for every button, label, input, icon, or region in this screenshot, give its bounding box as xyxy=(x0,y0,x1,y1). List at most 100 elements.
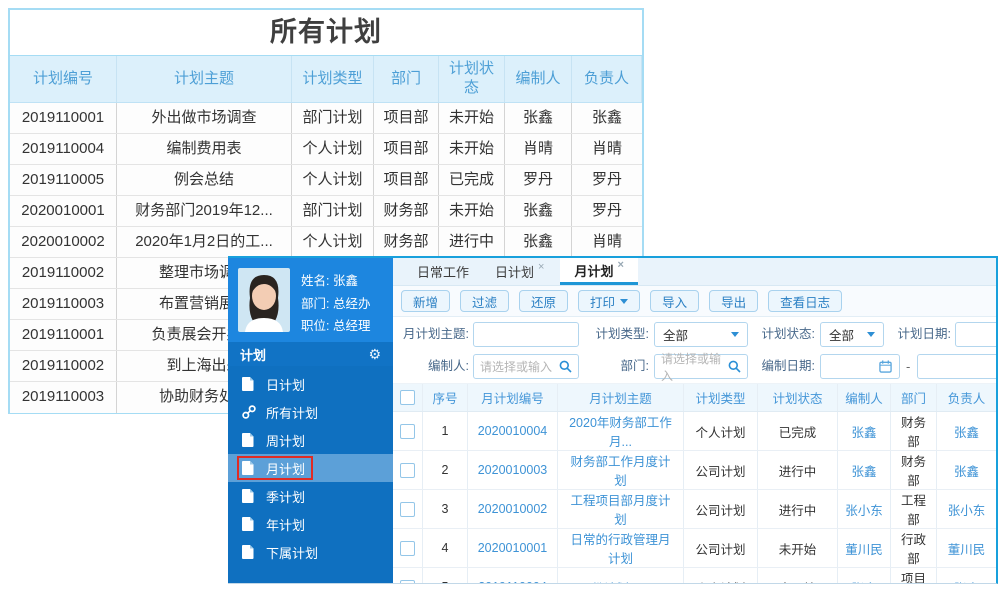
column-header: 计划编号 xyxy=(10,56,117,102)
sidebar-item-month-plan[interactable]: 月计划 xyxy=(228,454,393,482)
sidebar-item-label: 年计划 xyxy=(266,517,306,533)
plan-type-cell: 公司计划 xyxy=(684,529,758,567)
editor-link[interactable]: 董川民 xyxy=(838,529,891,567)
table-row: 4 2020010001 日常的行政管理月计划 公司计划 未开始 董川民 行政部 董川民 xyxy=(393,529,996,568)
content-area: 日常工作 日计划 × 月计划 × 新增 过滤 还原 打印 导入 导出 查看日志 月计划主题: 计划类… xyxy=(393,258,996,583)
plan-subject-link[interactable]: 日常的行政管理月计划 xyxy=(558,529,684,567)
table-row: 3 2020010002 工程项目部月度计划 公司计划 进行中 张小东 工程部 张小东 xyxy=(393,490,996,529)
editor-link[interactable]: 张鑫 xyxy=(838,451,891,489)
dropdown-caret-icon xyxy=(620,298,629,304)
row-checkbox[interactable] xyxy=(400,462,415,478)
plan-id-link[interactable]: 2020010002 xyxy=(468,490,558,528)
calendar-icon xyxy=(879,360,892,373)
cell: 罗丹 xyxy=(505,165,572,195)
owner-link[interactable]: 张鑫 xyxy=(937,568,996,584)
row-checkbox[interactable] xyxy=(400,501,415,517)
status-filter-value: 全部 xyxy=(829,329,855,343)
dept-filter-input[interactable]: 请选择或输入 xyxy=(654,352,748,383)
sidebar-item-week-plan[interactable]: 周计划 xyxy=(228,426,393,454)
file-icon xyxy=(242,517,258,531)
import-button[interactable]: 导入 xyxy=(650,290,700,312)
cell: 未开始 xyxy=(439,196,505,226)
table-row: 2019110004 编制费用表 个人计划 项目部 未开始 肖晴 肖晴 xyxy=(10,134,642,165)
sidebar-item-day-plan[interactable]: 日计划 xyxy=(228,370,393,398)
editor-link[interactable]: 张鑫 xyxy=(838,412,891,450)
chevron-down-icon xyxy=(867,332,875,337)
subject-filter-input[interactable] xyxy=(473,322,579,347)
plan-id-link[interactable]: 2020010003 xyxy=(468,451,558,489)
plan-id-link[interactable]: 2020010004 xyxy=(468,412,558,450)
sidebar-item-year-plan[interactable]: 年计划 xyxy=(228,510,393,538)
plan-type-cell: 公司计划 xyxy=(684,490,758,528)
cell: 进行中 xyxy=(439,227,505,257)
create-date-filter-label: 编制日期: xyxy=(761,359,815,373)
create-date-from-input[interactable] xyxy=(820,354,900,379)
cell: 已完成 xyxy=(439,165,505,195)
plan-subject-link[interactable]: 12月份计划 xyxy=(558,568,684,583)
plan-date-filter-input[interactable] xyxy=(955,322,996,347)
select-all-checkbox[interactable] xyxy=(400,390,415,405)
sidebar-item-all-plans[interactable]: 所有计划 xyxy=(228,398,393,426)
row-checkbox[interactable] xyxy=(400,579,415,583)
cell: 肖晴 xyxy=(505,134,572,164)
cell: 未开始 xyxy=(439,134,505,164)
cell: 例会总结 xyxy=(117,165,292,195)
sidebar-item-subordinate-plan[interactable]: 下属计划 xyxy=(228,538,393,566)
file-icon xyxy=(242,433,258,447)
editor-link[interactable]: 张小东 xyxy=(838,490,891,528)
sidebar-item-quarter-plan[interactable]: 季计划 xyxy=(228,482,393,510)
tab-close-icon[interactable]: × xyxy=(617,259,623,271)
export-button[interactable]: 导出 xyxy=(709,290,759,312)
tab-month-plan[interactable]: 月计划 × xyxy=(560,258,638,285)
type-filter-label: 计划类型: xyxy=(595,327,649,341)
file-icon xyxy=(242,489,258,503)
cell: 2020010001 xyxy=(10,196,117,226)
create-date-to-input[interactable] xyxy=(917,354,996,379)
dept-cell: 行政部 xyxy=(891,529,937,567)
status-filter-select[interactable]: 全部 xyxy=(820,322,884,347)
owner-link[interactable]: 董川民 xyxy=(937,529,996,567)
button-label: 新增 xyxy=(413,295,439,310)
plan-subject-link[interactable]: 2020年财务部工作月... xyxy=(558,412,684,450)
print-button[interactable]: 打印 xyxy=(578,290,641,312)
tab-label: 日常工作 xyxy=(417,265,470,280)
checkbox-cell xyxy=(393,490,423,528)
plan-id-link[interactable]: 2019110004 xyxy=(468,568,558,583)
dept-filter-placeholder: 请选择或输入 xyxy=(661,351,722,383)
filter-panel: 月计划主题: 计划类型: 全部 计划状态: 全部 计划日期: 编制人: 请选择或… xyxy=(393,317,996,384)
page-title: 所有计划 xyxy=(10,10,642,56)
plan-subject-link[interactable]: 工程项目部月度计划 xyxy=(558,490,684,528)
plan-id-link[interactable]: 2020010001 xyxy=(468,529,558,567)
tab-day-plan[interactable]: 日计划 × xyxy=(485,258,554,285)
row-checkbox[interactable] xyxy=(400,423,415,439)
seq-cell: 3 xyxy=(423,490,468,528)
cell: 个人计划 xyxy=(292,227,374,257)
owner-link[interactable]: 张鑫 xyxy=(937,412,996,450)
file-icon xyxy=(242,377,258,391)
tab-daily-work[interactable]: 日常工作 xyxy=(407,258,479,285)
owner-link[interactable]: 张小东 xyxy=(937,490,996,528)
cell: 2020年1月2日的工... xyxy=(117,227,292,257)
editor-filter-input[interactable]: 请选择或输入 xyxy=(473,354,579,379)
cell: 财务部 xyxy=(374,196,439,226)
column-header: 编制人 xyxy=(505,56,572,102)
restore-button[interactable]: 还原 xyxy=(519,290,569,312)
tab-close-icon[interactable]: × xyxy=(538,261,544,273)
plan-subject-link[interactable]: 财务部工作月度计划 xyxy=(558,451,684,489)
gear-icon[interactable]: ⚙ xyxy=(368,347,381,361)
file-icon xyxy=(242,461,258,475)
filter-button[interactable]: 过滤 xyxy=(460,290,510,312)
seq-cell: 1 xyxy=(423,412,468,450)
add-button[interactable]: 新增 xyxy=(401,290,451,312)
type-filter-select[interactable]: 全部 xyxy=(654,322,748,347)
cell: 罗丹 xyxy=(591,201,622,219)
column-header: 月计划主题 xyxy=(558,384,684,411)
owner-link[interactable]: 张鑫 xyxy=(937,451,996,489)
cell: 肖晴 xyxy=(591,232,622,250)
editor-link[interactable]: 张鑫 xyxy=(838,568,891,583)
view-log-button[interactable]: 查看日志 xyxy=(768,290,843,312)
date-range-separator: - xyxy=(906,359,911,374)
row-checkbox[interactable] xyxy=(400,540,415,556)
plan-status-cell: 未开始 xyxy=(758,568,838,583)
profile-name: 姓名: 张鑫 xyxy=(301,274,358,288)
